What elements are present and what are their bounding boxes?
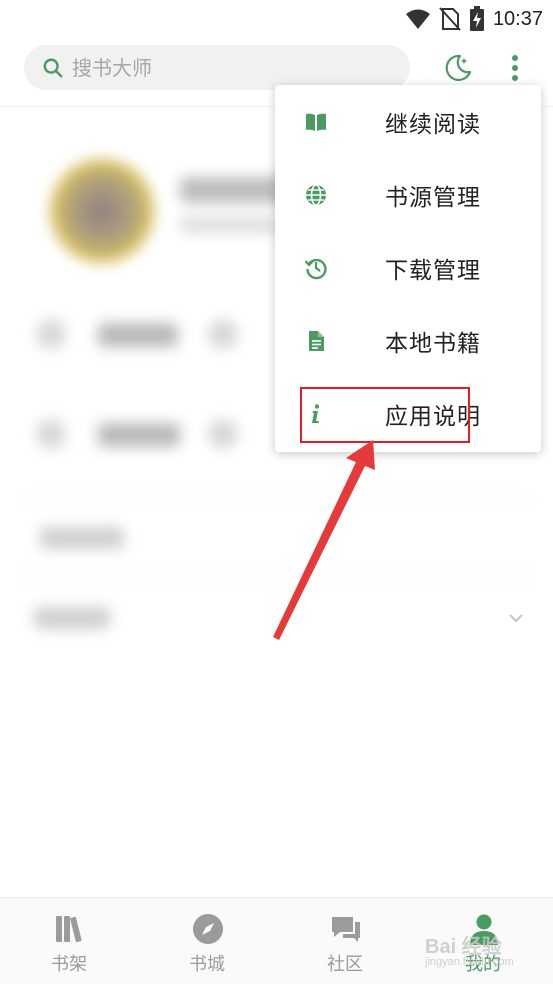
more-menu-icon[interactable] (504, 50, 526, 86)
user-subtitle-placeholder (180, 217, 280, 233)
avatar (50, 159, 154, 263)
nav-label: 书架 (51, 954, 87, 975)
nav-tab-bookshelf[interactable]: 书架 (0, 898, 138, 984)
stat-icon (36, 419, 66, 449)
menu-item-continue-reading[interactable]: 继续阅读 (275, 85, 541, 158)
menu-item-download-manage[interactable]: 下载管理 (275, 231, 541, 304)
menu-item-label: 书源管理 (385, 184, 481, 211)
clock: 10:37 (492, 7, 543, 30)
nav-label: 书城 (189, 954, 225, 975)
bookshelf-icon (56, 916, 82, 943)
section-divider (16, 575, 538, 576)
book-open-icon (306, 113, 326, 131)
stat-icon (208, 319, 238, 349)
section-divider (16, 498, 538, 499)
nav-tab-community[interactable]: 社区 (276, 898, 414, 984)
stat-icon (36, 319, 66, 349)
stat-item (98, 423, 180, 447)
search-icon (43, 58, 63, 77)
search-bar[interactable] (24, 45, 410, 90)
menu-item-local-books[interactable]: 本地书籍 (275, 304, 541, 377)
history-icon (304, 258, 327, 279)
menu-item-label: 继续阅读 (385, 111, 481, 138)
no-sim-icon (439, 7, 461, 31)
search-input[interactable] (70, 54, 374, 81)
document-icon (309, 330, 324, 351)
annotation-highlight-box (300, 387, 470, 443)
watermark-logo: Bai 经验 (425, 936, 502, 958)
battery-charging-icon (469, 6, 484, 31)
watermark-url: jingyan.baidu.com (425, 956, 514, 968)
wifi-icon (405, 9, 430, 29)
stat-icon (208, 419, 238, 449)
settings-row (34, 607, 110, 629)
night-mode-icon[interactable] (440, 50, 476, 86)
settings-row (40, 527, 124, 549)
globe-icon (306, 183, 326, 206)
stat-item (98, 323, 178, 347)
menu-item-label: 本地书籍 (385, 330, 481, 357)
menu-item-source-manage[interactable]: 书源管理 (275, 158, 541, 231)
nav-tab-bookstore[interactable]: 书城 (138, 898, 276, 984)
menu-item-label: 下载管理 (385, 257, 481, 284)
nav-label: 社区 (327, 954, 363, 975)
chat-bubbles-icon (332, 917, 360, 942)
compass-icon (193, 914, 223, 944)
chevron-down-icon (509, 614, 523, 623)
status-bar: 10:37 (0, 0, 553, 38)
